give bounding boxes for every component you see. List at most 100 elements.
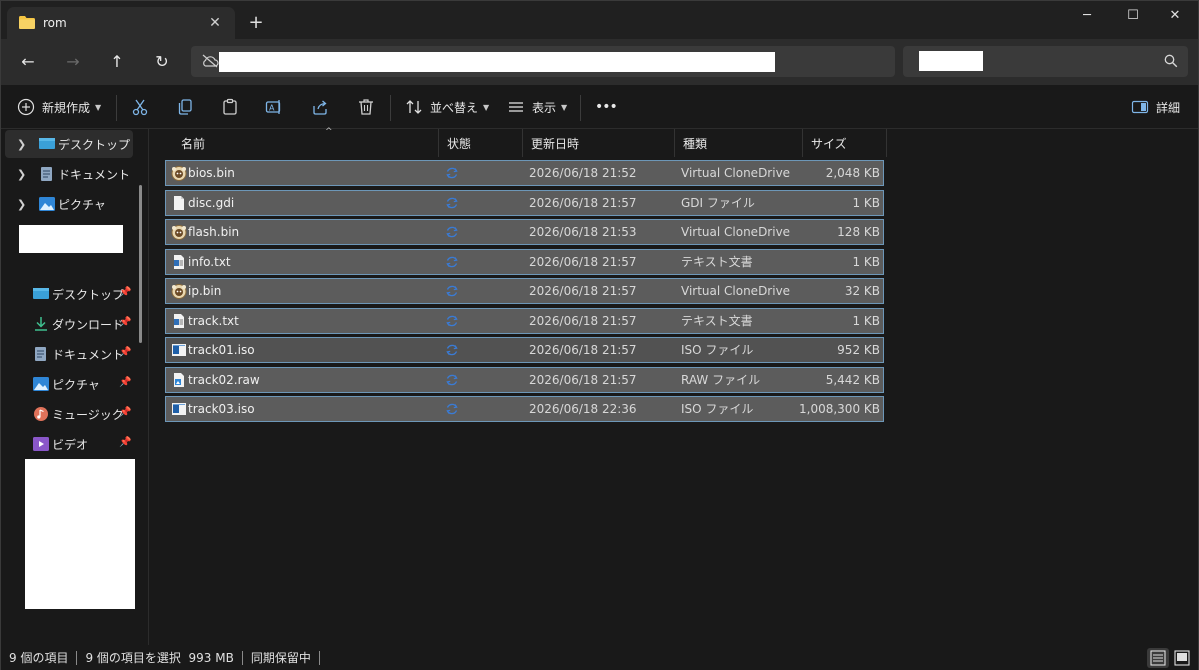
large-icons-view-icon[interactable] — [1171, 648, 1193, 668]
column-label: サイズ — [811, 136, 847, 151]
new-tab-button[interactable]: + — [245, 13, 267, 35]
sidebar-item-documents[interactable]: ❯ ドキュメント — [5, 160, 133, 188]
back-button[interactable]: ← — [14, 49, 42, 75]
table-row[interactable]: track01.iso 2026/06/18 21:57 ISO ファイル 952 K… — [165, 337, 884, 363]
quick-access-documents[interactable]: ドキュメント 📌 — [5, 340, 133, 368]
column-header-status[interactable]: 状態 — [439, 129, 523, 157]
pin-icon[interactable]: 📌 — [119, 377, 131, 389]
table-row[interactable]: track03.iso 2026/06/18 22:36 ISO ファイル 1,008… — [165, 396, 884, 422]
desktop-folder-icon — [33, 288, 49, 299]
item-count: 9 個の項目 — [9, 651, 69, 665]
pin-icon[interactable]: 📌 — [119, 317, 131, 329]
column-label: 種類 — [683, 136, 708, 151]
trash-icon — [359, 99, 373, 115]
quick-access-desktop[interactable]: デスクトップ 📌 — [5, 280, 133, 308]
rename-button[interactable]: A — [265, 95, 283, 119]
file-modified: 2026/06/18 22:36 — [529, 402, 637, 416]
sort-ascending-icon: ^ — [325, 127, 333, 137]
separator — [116, 95, 117, 121]
file-name: track02.raw — [188, 372, 260, 387]
file-list: 名前 ^ 状態 更新日時 種類 サイズ bios.bin 2026/06/18 2… — [150, 127, 1198, 645]
download-icon — [35, 317, 47, 331]
file-explorer-window: rom ✕ + ─ ☐ ✕ ← → ↑ ↻ 新規作成 ▼ A 並べ替え ▼ 表示… — [0, 0, 1199, 670]
tab-title: rom — [43, 16, 67, 30]
column-header-type[interactable]: 種類 — [675, 129, 803, 157]
column-header-modified[interactable]: 更新日時 — [523, 129, 675, 157]
sync-pending-icon — [445, 166, 459, 180]
file-modified: 2026/06/18 21:57 — [529, 372, 637, 387]
documents-folder-icon — [41, 167, 52, 181]
view-button[interactable]: 表示 ▼ — [507, 95, 567, 119]
separator — [580, 95, 581, 121]
chevron-down-icon: ▼ — [95, 102, 102, 112]
sidebar-item-label: ミュージック — [52, 407, 124, 422]
search-box[interactable] — [903, 46, 1188, 77]
minimize-button[interactable]: ─ — [1064, 1, 1110, 31]
pin-icon[interactable]: 📌 — [119, 437, 131, 449]
up-button[interactable]: ↑ — [103, 49, 131, 75]
more-options-button[interactable]: ••• — [595, 95, 618, 119]
column-header-size[interactable]: サイズ — [803, 129, 887, 157]
share-button[interactable] — [311, 95, 329, 119]
chevron-down-icon: ▼ — [483, 102, 490, 112]
pin-icon[interactable]: 📌 — [119, 287, 131, 299]
sort-button[interactable]: 並べ替え ▼ — [405, 95, 489, 119]
copy-button[interactable] — [176, 95, 194, 119]
close-window-button[interactable]: ✕ — [1152, 1, 1198, 31]
close-tab-icon[interactable]: ✕ — [205, 13, 225, 33]
table-row[interactable]: flash.bin 2026/06/18 21:53 Virtual CloneDr… — [165, 219, 884, 245]
file-name: disc.gdi — [188, 195, 235, 210]
address-bar[interactable] — [191, 46, 895, 77]
cloud-offline-icon — [202, 54, 219, 68]
file-name: track03.iso — [188, 402, 255, 416]
file-type: Virtual CloneDrive — [681, 166, 791, 180]
file-name: track01.iso — [188, 343, 255, 357]
table-row[interactable]: track.txt 2026/06/18 21:57 テキスト文書 1 KB — [165, 307, 884, 334]
details-view-icon[interactable] — [1147, 648, 1169, 668]
new-button[interactable]: 新規作成 ▼ — [17, 95, 101, 119]
maximize-button[interactable]: ☐ — [1110, 1, 1156, 31]
paste-icon — [223, 98, 237, 115]
table-row[interactable]: disc.gdi 2026/06/18 21:57 GDI ファイル 1 KB — [165, 189, 884, 216]
file-modified: 2026/06/18 21:52 — [529, 166, 637, 180]
quick-access-music[interactable]: ミュージック 📌 — [5, 400, 133, 428]
file-size: 32 KB — [844, 284, 880, 298]
delete-button[interactable] — [357, 95, 375, 119]
sidebar-scrollbar[interactable] — [139, 185, 142, 343]
sync-pending-icon — [445, 314, 459, 328]
table-row[interactable]: bios.bin 2026/06/18 21:52 Virtual CloneDri… — [165, 160, 884, 186]
blank-file-icon — [171, 195, 187, 211]
quick-access-pictures[interactable]: ピクチャ 📌 — [5, 370, 133, 398]
command-bar: 新規作成 ▼ A 並べ替え ▼ 表示 ▼ ••• 詳細 — [1, 85, 1198, 129]
status-bar: 9 個の項目 9 個の項目を選択 993 MB 同期保留中 — [1, 645, 1198, 670]
chevron-right-icon: ❯ — [17, 197, 27, 211]
quick-access-videos[interactable]: ビデオ 📌 — [5, 430, 133, 458]
table-row[interactable]: ip.bin 2026/06/18 21:57 Virtual CloneDrive… — [165, 278, 884, 304]
column-header-name[interactable]: 名前 ^ — [173, 127, 439, 157]
sync-pending-icon — [445, 284, 459, 298]
file-modified: 2026/06/18 21:53 — [529, 225, 637, 239]
pin-icon[interactable]: 📌 — [119, 347, 131, 359]
table-row[interactable]: info.txt 2026/06/18 21:57 テキスト文書 1 KB — [165, 248, 884, 275]
desktop-folder-icon — [39, 138, 55, 149]
cut-button[interactable] — [131, 95, 149, 119]
column-label: 状態 — [447, 136, 472, 151]
refresh-button[interactable]: ↻ — [148, 49, 176, 75]
tab-rom[interactable]: rom ✕ — [7, 7, 235, 39]
raw-file-icon — [171, 372, 187, 388]
forward-button[interactable]: → — [59, 49, 87, 75]
folder-icon — [19, 16, 35, 29]
file-type: Virtual CloneDrive — [681, 284, 791, 298]
table-row[interactable]: track02.raw 2026/06/18 21:57 RAW ファイル 5,442… — [165, 366, 884, 393]
paste-button[interactable] — [221, 95, 239, 119]
file-size: 1 KB — [852, 313, 880, 328]
clonedrive-sheep-icon — [171, 283, 187, 299]
quick-access-downloads[interactable]: ダウンロード 📌 — [5, 310, 133, 338]
details-pane-button[interactable]: 詳細 — [1131, 95, 1180, 119]
pin-icon[interactable]: 📌 — [119, 407, 131, 419]
sidebar-item-label: デスクトップ — [58, 137, 131, 152]
sidebar-item-desktop[interactable]: ❯ デスクトップ — [5, 130, 133, 158]
file-modified: 2026/06/18 21:57 — [529, 195, 637, 210]
plus-circle-icon — [17, 98, 35, 116]
sidebar-item-pictures[interactable]: ❯ ピクチャ — [5, 190, 133, 218]
